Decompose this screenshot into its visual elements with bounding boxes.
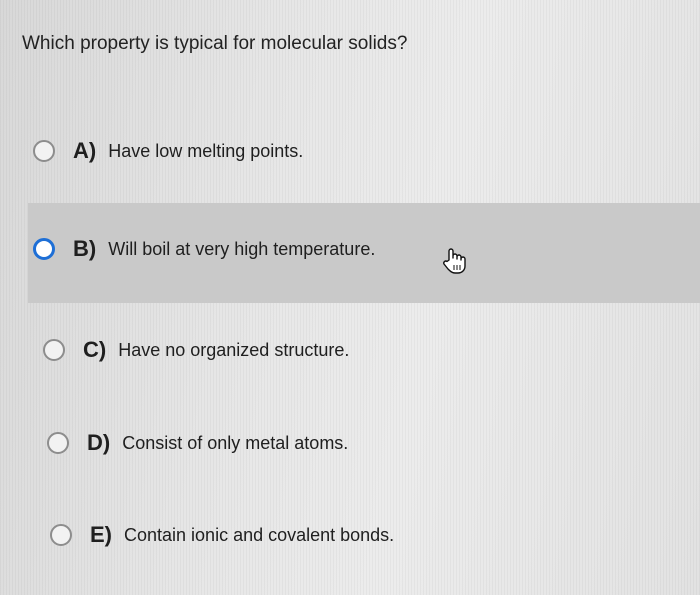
option-letter: A) — [73, 138, 97, 163]
option-c[interactable]: C) Have no organized structure. — [43, 337, 349, 363]
quiz-screen: Which property is typical for molecular … — [0, 0, 700, 595]
option-b[interactable]: B) Will boil at very high temperature. — [33, 236, 375, 262]
radio-button-icon[interactable] — [43, 339, 65, 361]
option-text: Consist of only metal atoms. — [122, 432, 349, 453]
option-d[interactable]: D) Consist of only metal atoms. — [47, 430, 348, 456]
option-letter: E) — [90, 522, 112, 547]
option-letter: C) — [83, 337, 107, 362]
option-text: Contain ionic and covalent bonds. — [124, 524, 395, 545]
option-text: Have low melting points. — [108, 140, 304, 161]
option-a[interactable]: A) Have low melting points. — [33, 138, 303, 164]
option-text: Will boil at very high temperature. — [108, 238, 376, 259]
option-letter: B) — [73, 236, 97, 261]
radio-button-icon[interactable] — [47, 432, 69, 454]
hand-pointer-icon — [443, 248, 466, 274]
option-letter: D) — [87, 430, 111, 455]
option-e[interactable]: E) Contain ionic and covalent bonds. — [50, 522, 394, 548]
radio-button-icon[interactable] — [33, 140, 55, 162]
radio-button-icon[interactable] — [50, 524, 72, 546]
question-text: Which property is typical for molecular … — [22, 33, 408, 54]
option-text: Have no organized structure. — [118, 339, 350, 360]
radio-button-icon[interactable] — [33, 238, 55, 260]
